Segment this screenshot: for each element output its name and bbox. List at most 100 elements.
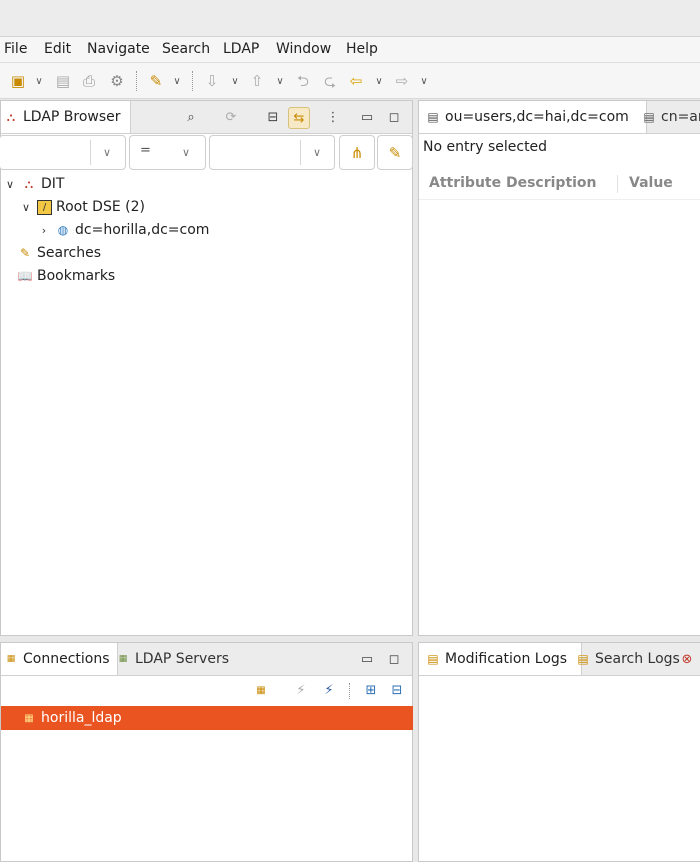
tree-item-root-dse[interactable]: ∨ / Root DSE (2): [19, 196, 145, 218]
tree-item-label: dc=horilla,dc=com: [75, 222, 210, 238]
ldap-connection-icon: ▦: [6, 654, 16, 664]
chevron-right-icon[interactable]: ›: [37, 224, 51, 237]
tab-search-logs[interactable]: ▤ Search Logs: [569, 643, 686, 675]
new-icon[interactable]: ▣: [8, 71, 28, 91]
tree-item-label: Root DSE (2): [56, 199, 145, 215]
column-value[interactable]: Value: [629, 175, 673, 191]
ldap-browser-panel: ⛬ LDAP Browser ⌕ ⟳ ⊟ ⇆ ⋮ ▭ ◻ ∨ = ∨ ∨ ⋔ ✎…: [0, 100, 413, 636]
new-dropdown-icon[interactable]: ∨: [33, 71, 45, 91]
new-connection-icon[interactable]: ▦: [251, 680, 271, 700]
search-logs-icon: ▤: [577, 652, 589, 666]
modification-logs-icon: ▤: [427, 652, 439, 666]
tree-item-domain[interactable]: › ◍ dc=horilla,dc=com: [37, 219, 210, 241]
logs-panel: ▤ Modification Logs ▤ Search Logs ⊗: [418, 642, 700, 862]
gear-icon[interactable]: ⚙: [107, 71, 127, 91]
collapse-all-icon[interactable]: ⊟: [387, 680, 407, 700]
chevron-down-icon[interactable]: ∨: [178, 144, 194, 160]
search-in-tree-icon[interactable]: ⌕: [181, 107, 201, 127]
connection-item-label: horilla_ldap: [41, 710, 122, 726]
link-with-editor-icon[interactable]: ⇆: [288, 107, 310, 129]
entry-editor-icon: ▤: [427, 110, 439, 124]
window-titlebar: [0, 0, 700, 37]
tab-entry-cn[interactable]: ▤ cn=anu: [635, 101, 700, 133]
globe-icon: ◍: [57, 223, 69, 237]
maximize-icon[interactable]: ◻: [384, 107, 404, 127]
menu-navigate[interactable]: Navigate: [87, 41, 150, 57]
import-dropdown-icon[interactable]: ∨: [229, 71, 241, 91]
tab-ldap-browser[interactable]: ⛬ LDAP Browser: [1, 101, 131, 133]
quick-search-hierarchy-button[interactable]: ⋔: [339, 135, 375, 170]
menu-ldap[interactable]: LDAP: [223, 41, 259, 57]
toolbar-separator: [192, 71, 194, 91]
menu-help[interactable]: Help: [346, 41, 378, 57]
toolbar-separator: [349, 683, 350, 699]
chevron-down-icon[interactable]: ∨: [309, 144, 325, 160]
attribute-combo[interactable]: ∨: [0, 135, 126, 170]
tree-item-dit[interactable]: ∨ ⛬ DIT: [3, 173, 65, 195]
expand-all-icon[interactable]: ⊞: [361, 680, 381, 700]
chevron-down-icon[interactable]: ∨: [3, 178, 17, 191]
dit-icon: ⛬: [24, 176, 34, 191]
chevron-down-icon[interactable]: ∨: [99, 144, 115, 160]
tab-connections[interactable]: ▦ Connections: [1, 643, 118, 675]
tab-label: Modification Logs: [445, 651, 568, 667]
column-attribute-description[interactable]: Attribute Description: [429, 175, 597, 191]
maximize-icon[interactable]: ◻: [384, 649, 404, 669]
operator-combo[interactable]: = ∨: [129, 135, 206, 170]
back-dropdown-icon[interactable]: ∨: [373, 71, 385, 91]
editor-status-text: No entry selected: [423, 139, 548, 155]
connections-panel: ▦ Connections ▦ LDAP Servers ▭ ◻ ▦ ⚡ ⚡ ⊞…: [0, 642, 413, 862]
forward-arrow-icon[interactable]: ⇨: [392, 71, 412, 91]
view-menu-icon[interactable]: ⋮: [323, 107, 343, 127]
open-connection-icon[interactable]: ⚡: [319, 680, 339, 700]
export-dropdown-icon[interactable]: ∨: [274, 71, 286, 91]
next-edit-icon[interactable]: ⮎: [320, 71, 340, 91]
operator-value: =: [140, 143, 151, 158]
tree-item-bookmarks[interactable]: 📖 Bookmarks: [17, 265, 116, 287]
search-dropdown-icon[interactable]: ∨: [171, 71, 183, 91]
ldap-servers-icon: ▦: [118, 654, 128, 664]
tree-item-searches[interactable]: ✎ Searches: [17, 242, 101, 264]
attribute-table-header: Attribute Description Value: [419, 169, 700, 200]
print-icon[interactable]: ⎙: [79, 71, 99, 91]
export-icon[interactable]: ⇧: [247, 71, 267, 91]
tab-label: Search Logs: [595, 651, 680, 667]
value-combo[interactable]: ∨: [209, 135, 335, 170]
collapse-all-icon[interactable]: ⊟: [263, 107, 283, 127]
main-toolbar: ▣ ∨ ▤ ⎙ ⚙ ✎ ∨ ⇩ ∨ ⇧ ∨ ⮌ ⮎ ⇦ ∨ ⇨ ∨: [0, 63, 700, 99]
tab-label: LDAP Servers: [135, 651, 230, 667]
quick-search-button[interactable]: ✎: [377, 135, 413, 170]
connection-item-selected[interactable]: ▦ horilla_ldap: [1, 706, 413, 730]
import-icon[interactable]: ⇩: [202, 71, 222, 91]
editor-tabbar: ▤ ou=users,dc=hai,dc=com ▤ cn=anu: [419, 101, 700, 134]
tab-label: cn=anu: [661, 109, 700, 125]
menu-file[interactable]: File: [4, 41, 27, 57]
previous-edit-icon[interactable]: ⮌: [293, 71, 313, 91]
tree-item-label: Searches: [37, 245, 102, 261]
save-icon[interactable]: ▤: [53, 71, 73, 91]
minimize-icon[interactable]: ▭: [357, 107, 377, 127]
toolbar-separator: [136, 71, 138, 91]
tab-entry-users[interactable]: ▤ ou=users,dc=hai,dc=com: [419, 101, 647, 133]
menu-edit[interactable]: Edit: [44, 41, 71, 57]
bookmarks-icon: 📖: [17, 269, 33, 283]
search-wand-icon[interactable]: ✎: [146, 71, 166, 91]
refresh-icon[interactable]: ⟳: [221, 107, 241, 127]
menu-window[interactable]: Window: [276, 41, 331, 57]
tab-modification-logs[interactable]: ▤ Modification Logs: [419, 643, 582, 675]
tab-ldap-servers[interactable]: ▦ LDAP Servers: [109, 643, 235, 675]
minimize-icon[interactable]: ▭: [357, 649, 377, 669]
tree-item-label: DIT: [41, 176, 65, 192]
ldap-browser-icon: ⛬: [6, 109, 16, 124]
entry-editor-panel: ▤ ou=users,dc=hai,dc=com ▤ cn=anu No ent…: [418, 100, 700, 636]
menu-search[interactable]: Search: [162, 41, 210, 57]
tab-label: Connections: [23, 651, 110, 667]
combo-separator: [300, 140, 301, 165]
chevron-down-icon[interactable]: ∨: [19, 201, 33, 214]
back-arrow-icon[interactable]: ⇦: [346, 71, 366, 91]
menu-bar: File Edit Navigate Search LDAP Window He…: [0, 37, 700, 63]
forward-dropdown-icon[interactable]: ∨: [418, 71, 430, 91]
connections-tabbar: ▦ Connections ▦ LDAP Servers ▭ ◻: [1, 643, 412, 676]
error-log-icon[interactable]: ⊗: [677, 649, 697, 669]
close-connection-icon[interactable]: ⚡: [291, 680, 311, 700]
